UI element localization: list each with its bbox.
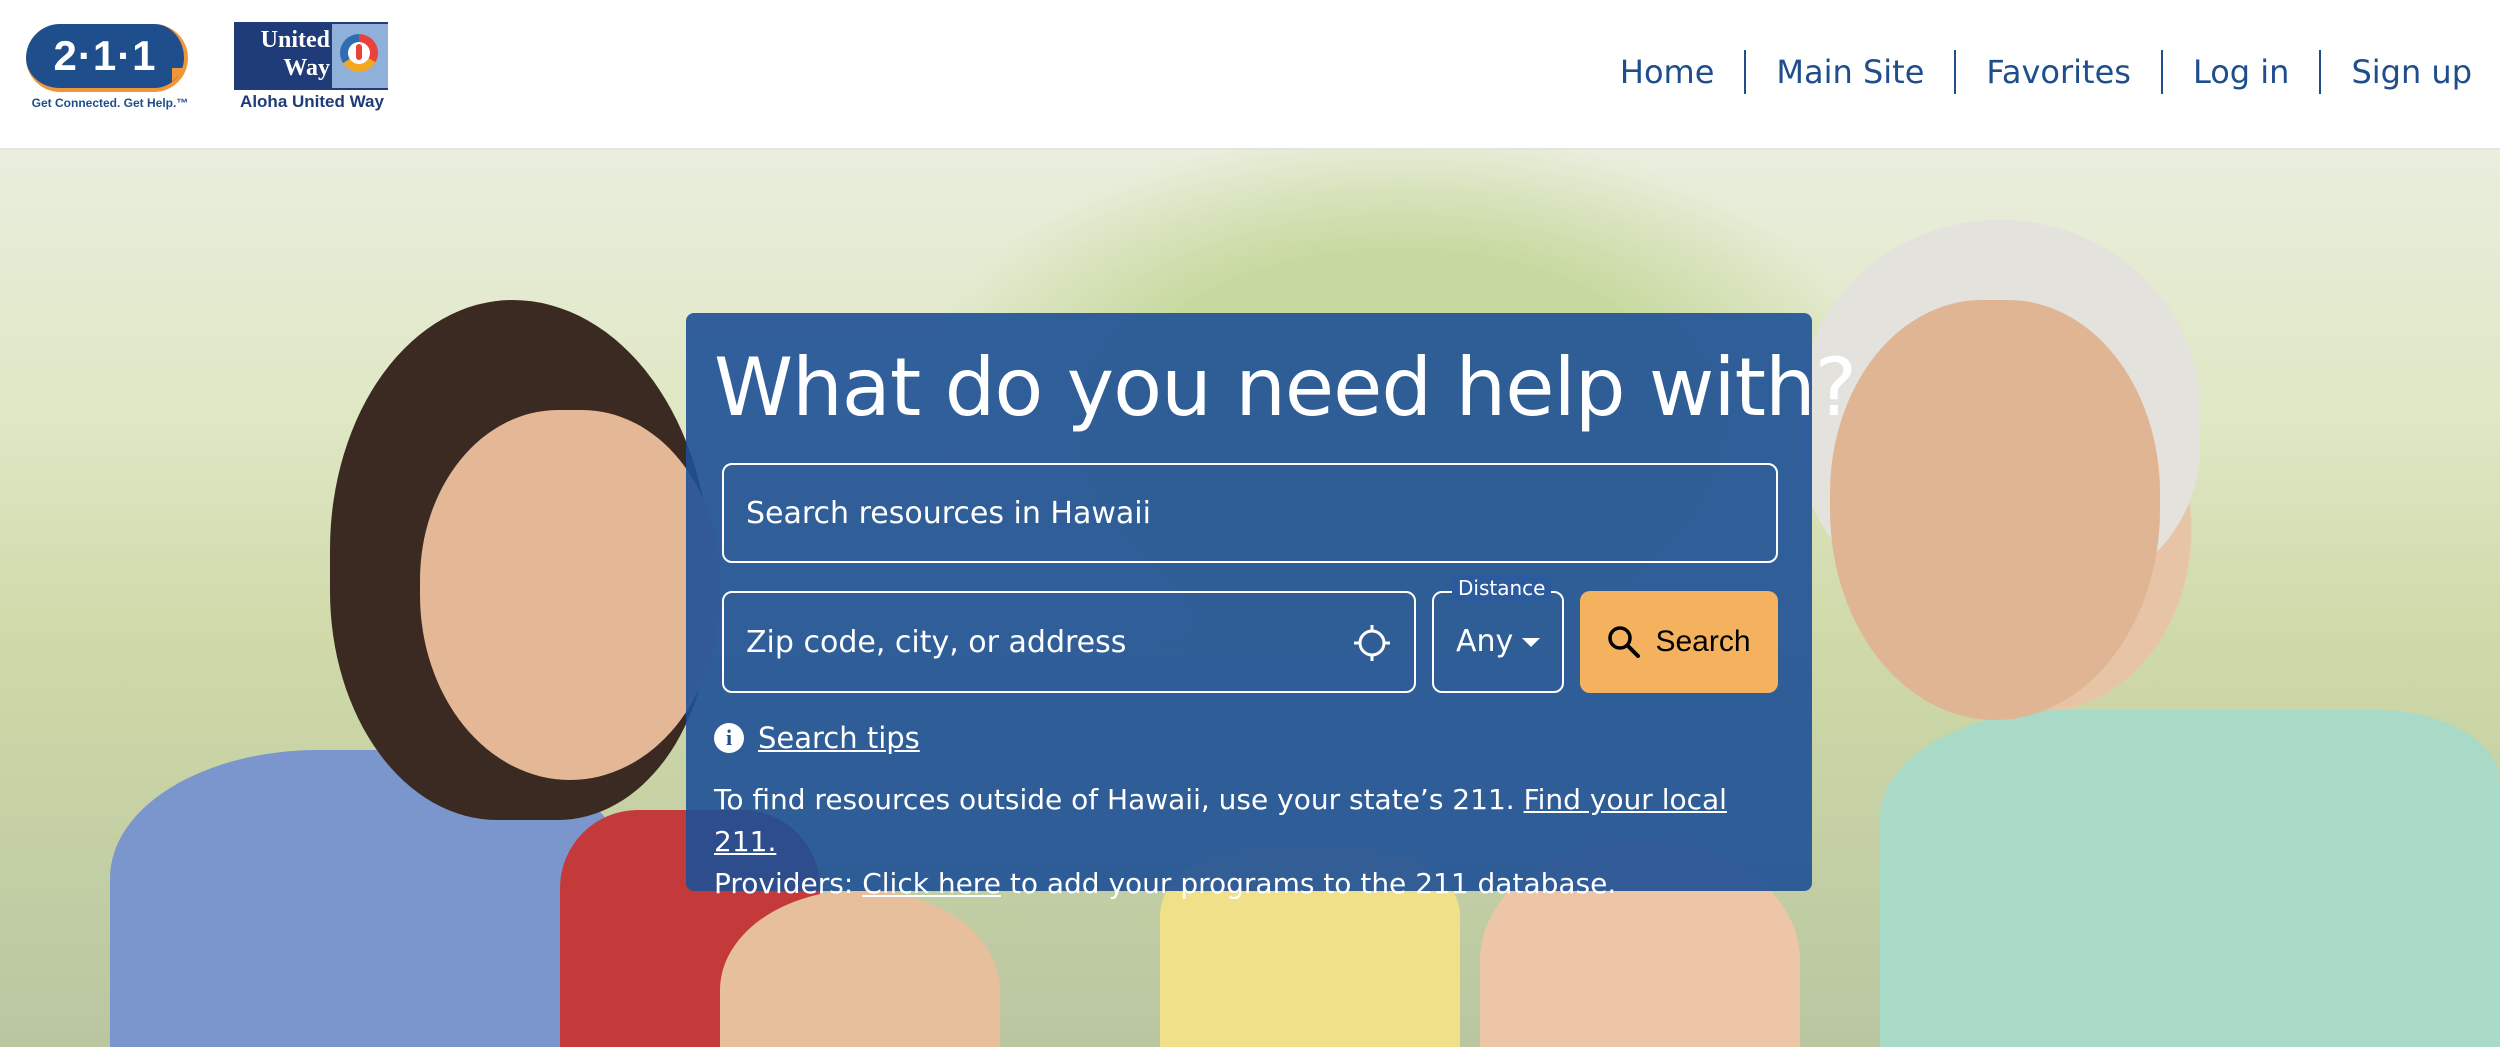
distance-select[interactable]: Distance Any <box>1432 575 1564 693</box>
help-text: To find resources outside of Hawaii, use… <box>714 779 1794 905</box>
top-nav: Home Main Site Favorites Log in Sign up <box>1590 46 2472 98</box>
logo-211-tagline: Get Connected. Get Help.™ <box>31 96 189 110</box>
outside-hawaii-line: To find resources outside of Hawaii, use… <box>714 779 1794 863</box>
nav-log-in[interactable]: Log in <box>2163 50 2322 94</box>
site-header: 2·1·1 Get Connected. Get Help.™ United W… <box>0 0 2500 150</box>
providers-click-here-link[interactable]: Click here <box>862 867 1001 900</box>
providers-prefix: Providers: <box>714 867 854 900</box>
photo-shape <box>1880 710 2500 1047</box>
logo-united-way-wordmark: United Way <box>240 26 330 82</box>
search-input[interactable] <box>746 465 1746 561</box>
logo-211-tail <box>172 68 186 82</box>
crosshair-icon[interactable] <box>1352 623 1392 663</box>
search-tips: i Search tips <box>714 713 920 763</box>
united-way-person-figure <box>356 44 362 60</box>
search-panel: What do you need help with? Distance Any… <box>686 313 1857 900</box>
location-input[interactable] <box>746 593 1336 691</box>
logo-211-text: 2·1·1 <box>26 24 188 92</box>
nav-main-site[interactable]: Main Site <box>1746 50 1957 94</box>
nav-home[interactable]: Home <box>1590 50 1747 94</box>
nav-favorites[interactable]: Favorites <box>1956 50 2163 94</box>
search-button[interactable]: Search <box>1580 591 1778 693</box>
logo-united-way-box: United Way <box>234 22 388 90</box>
search-button-label: Search <box>1655 625 1751 658</box>
wordmark-line-1: United <box>260 27 330 53</box>
united-way-hand-icon <box>332 24 388 88</box>
photo-shape <box>420 410 720 780</box>
providers-suffix: to add your programs to the 211 database… <box>1009 867 1617 900</box>
distance-value: Any <box>1456 624 1514 659</box>
logo-united-way-caption: Aloha United Way <box>240 92 384 111</box>
logo-211[interactable]: 2·1·1 Get Connected. Get Help.™ <box>24 20 196 116</box>
caret-down-icon <box>1522 638 1540 647</box>
wordmark-line-2: Way <box>283 55 330 81</box>
search-tips-link[interactable]: Search tips <box>758 721 920 755</box>
magnifier-icon <box>1608 626 1641 658</box>
photo-shape <box>1830 300 2160 720</box>
location-field[interactable] <box>722 591 1416 693</box>
nav-sign-up[interactable]: Sign up <box>2321 50 2472 94</box>
outside-hawaii-text: To find resources outside of Hawaii, use… <box>714 783 1515 816</box>
info-icon: i <box>714 723 744 753</box>
providers-line: Providers: Click here to add your progra… <box>714 863 1794 905</box>
page-heading: What do you need help with? <box>714 341 1857 434</box>
logo-united-way[interactable]: United Way Aloha United Way <box>232 22 392 118</box>
search-field[interactable] <box>722 463 1778 563</box>
